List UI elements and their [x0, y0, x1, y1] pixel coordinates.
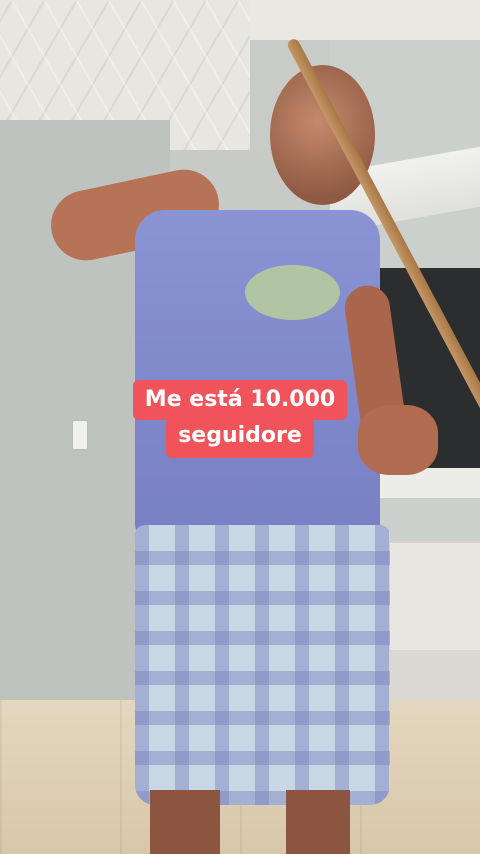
- ceiling: [250, 0, 480, 40]
- plaid-shorts: [135, 525, 390, 805]
- caption-line-1: Me está 10.000: [132, 380, 348, 420]
- tank-top-print: [245, 265, 340, 320]
- person-tank-top: [135, 210, 380, 535]
- video-frame: Me está 10.000 seguidore: [0, 0, 480, 854]
- caption-overlay: Me está 10.000 seguidore: [0, 380, 480, 458]
- caption-line-2: seguidore: [166, 418, 314, 458]
- person-legs: [150, 790, 350, 854]
